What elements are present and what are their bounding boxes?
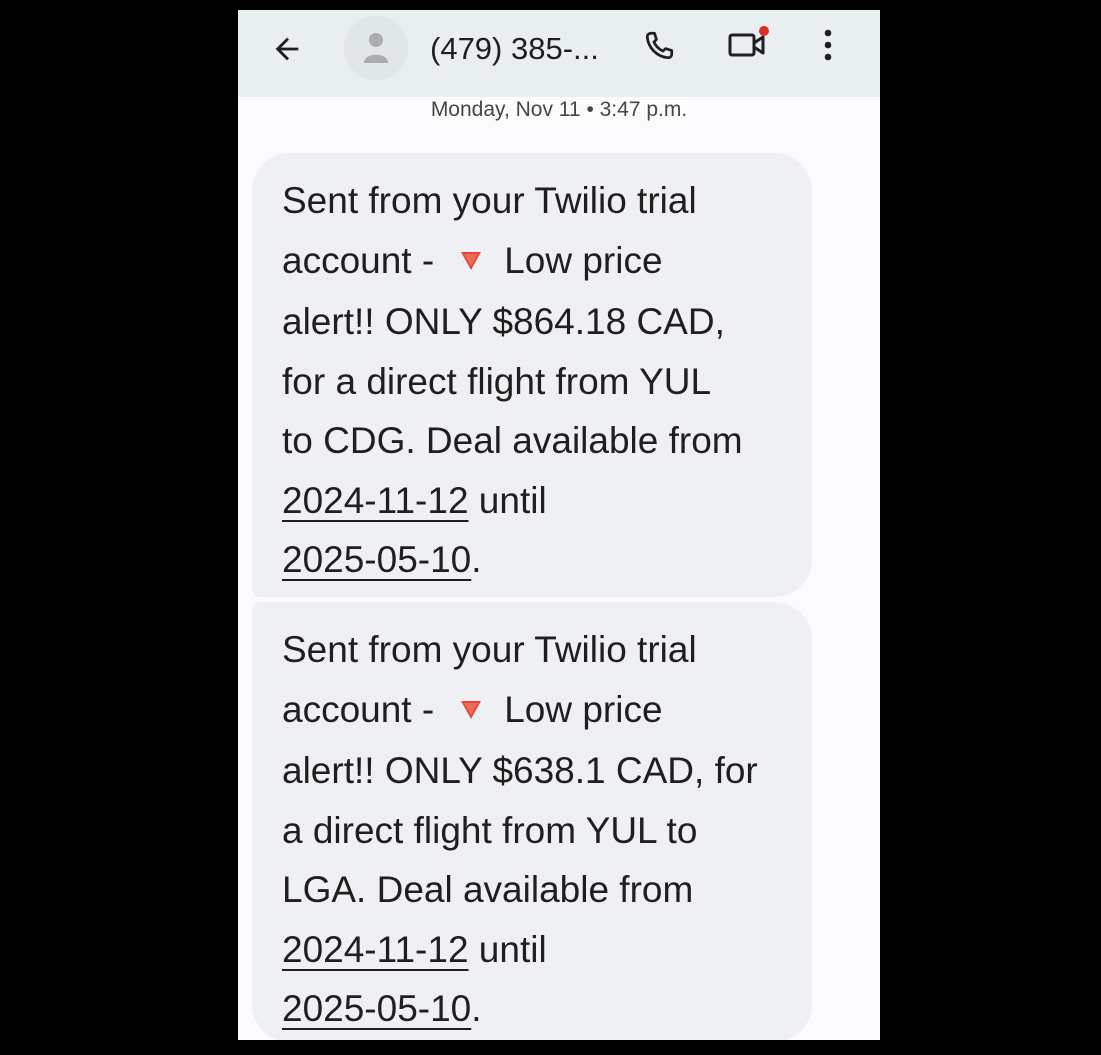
arrow-back-icon	[275, 37, 299, 61]
more-vert-icon	[824, 29, 832, 61]
phone-icon	[645, 31, 674, 60]
red-triangle-down-icon	[460, 229, 482, 289]
message-timestamp: Monday, Nov 11 • 3:47 p.m.	[430, 98, 688, 121]
message-text: .	[471, 988, 482, 1030]
message-line: account - Low price	[282, 231, 792, 293]
date-link-to[interactable]: 2025-05-10	[282, 539, 471, 580]
messages-screen: (479) 385-... Monday, Nov 11 • 3:47 p.m.…	[238, 10, 880, 1040]
message-line: a direct flight from YUL to	[282, 809, 698, 851]
message-line: 2025-05-10.	[282, 979, 792, 1039]
date-link-from[interactable]: 2024-11-12	[282, 929, 469, 970]
more-options-button[interactable]	[810, 20, 846, 70]
message-line: 2024-11-12 until	[282, 471, 792, 531]
message-text: .	[471, 539, 482, 581]
message-line: LGA. Deal available from	[282, 869, 694, 911]
message-text: Low price	[504, 239, 663, 281]
date-link-from[interactable]: 2024-11-12	[282, 480, 469, 521]
message-line: for a direct flight from YUL	[282, 360, 712, 402]
message-bubble[interactable]: Sent from your Twilio trial account - Low…	[252, 602, 812, 1040]
message-line: 2024-11-12 until	[282, 920, 792, 980]
back-button[interactable]	[264, 26, 310, 72]
date-link-to[interactable]: 2025-05-10	[282, 988, 471, 1029]
message-line: alert!! ONLY $638.1 CAD, for	[282, 750, 758, 792]
message-bubble[interactable]: Sent from your Twilio trial account - Low…	[252, 153, 812, 597]
contact-name[interactable]: (479) 385-...	[430, 24, 599, 74]
notification-dot	[759, 26, 769, 36]
message-line: 2025-05-10.	[282, 530, 792, 590]
message-line: account - Low price	[282, 680, 792, 742]
message-text: account -	[282, 239, 435, 281]
message-text: account -	[282, 688, 435, 730]
message-line: Sent from your Twilio trial	[282, 629, 697, 670]
message-text: Low price	[504, 688, 663, 730]
contact-avatar[interactable]	[344, 16, 408, 80]
message-text: until	[468, 479, 547, 521]
message-line: alert!! ONLY $864.18 CAD,	[282, 301, 725, 343]
red-triangle-down-icon	[460, 678, 482, 738]
message-line: Sent from your Twilio trial	[282, 180, 697, 221]
person-icon	[364, 33, 388, 63]
message-text: until	[468, 928, 547, 970]
video-call-button[interactable]	[722, 20, 772, 70]
top-app-bar: (479) 385-...	[238, 10, 880, 97]
message-line: to CDG. Deal available from	[282, 420, 743, 462]
call-button[interactable]	[636, 23, 682, 69]
